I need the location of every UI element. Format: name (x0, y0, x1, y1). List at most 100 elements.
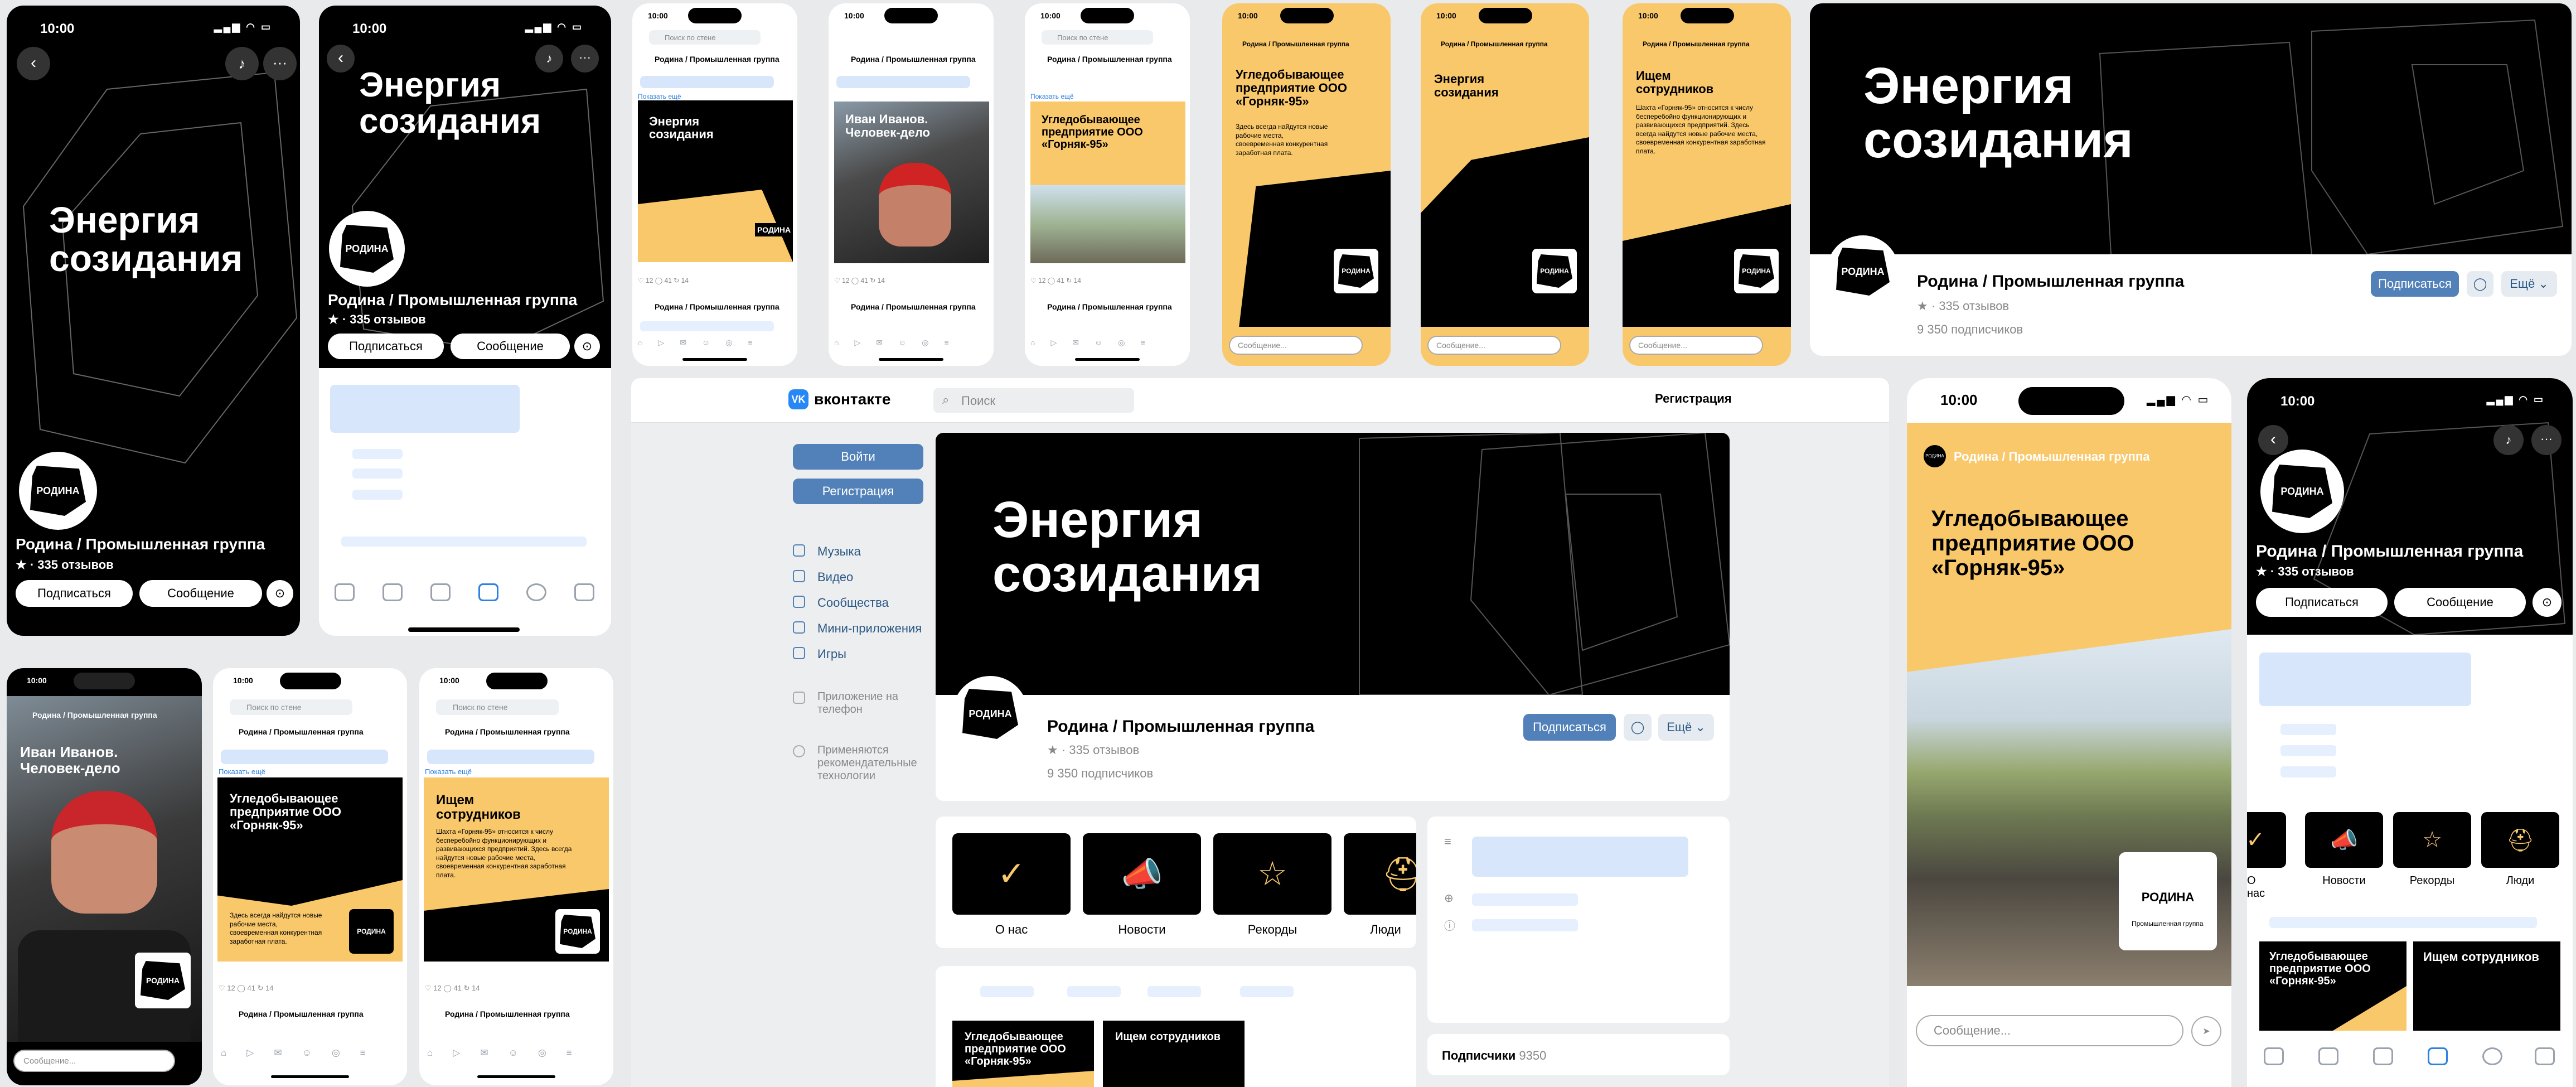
community-avatar[interactable]: РОДИНА (19, 452, 97, 530)
vk-desktop-page: VK вконтакте ⌕ Поиск Регистрация Войти Ре… (631, 378, 1889, 1087)
more-icon[interactable]: ··· (571, 45, 599, 73)
bell-icon[interactable]: ♪ (2493, 425, 2524, 455)
hero-slogan: Энергия созидания (49, 199, 243, 279)
communities-icon[interactable] (478, 583, 498, 601)
wall-search[interactable]: Поиск по стене (230, 699, 352, 715)
tile-about[interactable]: ✓ (952, 833, 1071, 915)
tile-people[interactable]: ⛑ (2481, 812, 2559, 868)
community-avatar[interactable]: РОДИНА (1827, 235, 1899, 308)
info-icon (793, 745, 805, 757)
reviews-count: ★ · 335 отзывов (16, 558, 114, 572)
menu-video[interactable]: Видео (817, 570, 853, 584)
tile-people[interactable]: ⛑ (1344, 833, 1416, 915)
message-button[interactable]: Сообщение (451, 334, 570, 359)
subscribe-button[interactable]: Подписаться (2256, 588, 2388, 617)
home-icon[interactable] (335, 583, 355, 601)
wall-post-hiring[interactable]: Ищем сотрудников (1103, 1021, 1245, 1087)
search-input[interactable]: ⌕ Поиск (933, 388, 1134, 413)
tab-bar (319, 563, 611, 625)
profile-icon[interactable] (526, 583, 546, 601)
video-icon[interactable] (2318, 1047, 2338, 1065)
wall-post-hiring[interactable]: Ищем сотрудников (2413, 941, 2560, 1031)
story-coal-large: 10:00 ▂▄▆ ◠ ▭ РОДИНА Родина / Промышленн… (1907, 378, 2231, 1087)
tile-records[interactable]: ☆ (2393, 812, 2471, 868)
back-button[interactable]: ‹ (17, 47, 50, 80)
story-message-input[interactable]: Сообщение... (1916, 1015, 2183, 1046)
menu-music[interactable]: Музыка (817, 544, 861, 559)
community-avatar[interactable]: РОДИНА (329, 211, 405, 287)
header-register-link[interactable]: Регистрация (1655, 392, 1732, 406)
post-image-ivan[interactable]: Иван Иванов. Человек-дело (834, 102, 989, 263)
subscribe-button[interactable]: Подписаться (1523, 714, 1616, 741)
story-message-input[interactable]: Сообщение... (13, 1050, 175, 1072)
community-avatar[interactable]: РОДИНА (2260, 450, 2344, 533)
show-more-link[interactable]: Показать ещё (638, 93, 681, 100)
action-button[interactable]: ⊙ (2533, 588, 2562, 617)
video-icon[interactable] (382, 583, 403, 601)
profile-icon[interactable] (2482, 1047, 2502, 1065)
menu-mini-apps[interactable]: Мини-приложения (817, 621, 922, 636)
status-bar: 10:00 ▂▄▆ ◠ ▭ (40, 21, 272, 36)
more-button[interactable]: Ещё ⌄ (1658, 714, 1714, 741)
tile-records[interactable]: ☆ (1213, 833, 1331, 915)
message-button[interactable]: Сообщение (139, 580, 262, 607)
menu-tiles-panel: ✓ О нас 📣 Новости ☆ Рекорды ⛑ Люди (936, 817, 1416, 948)
home-icon[interactable] (2264, 1047, 2284, 1065)
video-icon (793, 570, 805, 582)
story-message-input[interactable]: Сообщение... (1629, 336, 1763, 355)
community-avatar[interactable]: РОДИНА (952, 676, 1028, 752)
post-image-hiring[interactable]: Ищем сотрудников Шахта «Горняк-95» относ… (424, 777, 609, 962)
subscribe-button[interactable]: Подписаться (2371, 271, 2459, 297)
menu-games[interactable]: Игры (817, 647, 846, 661)
subscribe-button[interactable]: Подписаться (16, 580, 133, 607)
more-icon[interactable]: ··· (263, 47, 297, 80)
messages-icon[interactable] (2373, 1047, 2393, 1065)
subscribe-button[interactable]: Подписаться (328, 334, 444, 359)
menu-icon[interactable] (574, 583, 594, 601)
communities-icon (793, 596, 805, 608)
story-message-input[interactable]: Сообщение... (1427, 336, 1561, 355)
back-button[interactable]: ‹ (2258, 425, 2288, 455)
action-button[interactable]: ⊙ (267, 580, 293, 607)
vk-logo-icon[interactable]: VK (788, 389, 808, 409)
phone-feed-post-hiring: 10:00 Поиск по стене Родина / Промышленн… (419, 668, 613, 1085)
tile-about[interactable]: ✓ (2247, 812, 2286, 868)
register-button[interactable]: Регистрация (793, 479, 923, 504)
wall-search[interactable]: Поиск по стене (649, 30, 761, 45)
menu-communities[interactable]: Сообщества (817, 596, 889, 610)
menu-icon[interactable] (2535, 1047, 2555, 1065)
back-button[interactable]: ‹ (327, 45, 355, 73)
wall-post-coal[interactable]: Угледобывающее предприятие ООО «Горняк-9… (2259, 941, 2406, 1031)
wall-search[interactable]: Поиск по стене (436, 699, 559, 715)
story-message-input[interactable]: Сообщение... (1229, 336, 1363, 355)
community-name: Родина / Промышленная группа (16, 535, 265, 553)
reviews-count: ★ · 335 отзывов (328, 312, 426, 326)
post-image-coal[interactable]: Угледобывающее предприятие ООО «Горняк-9… (217, 777, 403, 962)
more-icon[interactable]: ··· (2531, 425, 2562, 455)
subscribers-count: 9 350 подписчиков (1047, 766, 1154, 780)
phone-feed-post-coal: 10:00 Поиск по стене Родина / Промышленн… (1025, 3, 1190, 366)
phone-feed-post-brand: 10:00 Поиск по стене Родина / Промышленн… (632, 3, 797, 366)
tile-news[interactable]: 📣 (2305, 812, 2383, 868)
post-image-brand[interactable]: Энергия созидания РОДИНА (638, 100, 793, 262)
message-button[interactable]: Сообщение (2394, 588, 2526, 617)
wall-post-coal[interactable]: Угледобывающее предприятие ООО «Горняк-9… (952, 1021, 1094, 1087)
tile-news[interactable]: 📣 (1083, 833, 1201, 915)
more-button[interactable]: Ещё ⌄ (2501, 271, 2557, 297)
post-image-coal[interactable]: Угледобывающее предприятие ООО «Горняк-9… (1030, 102, 1185, 263)
communities-icon[interactable] (2428, 1047, 2448, 1065)
bell-icon[interactable]: ♪ (225, 47, 259, 80)
app-link[interactable]: Приложение на телефон (817, 690, 901, 716)
placeholder-block (330, 385, 520, 433)
send-icon[interactable]: ➤ (2191, 1016, 2221, 1046)
tech-link[interactable]: Применяются рекомендательные технологии (817, 744, 929, 782)
message-icon[interactable]: ◯ (1624, 714, 1652, 741)
phone-feed-post-ivan: 10:00 Родина / Промышленная группа Иван … (829, 3, 994, 366)
community-header: Энергия созидания РОДИНА Родина / Промыш… (936, 433, 1730, 801)
login-button[interactable]: Войти (793, 444, 923, 470)
messages-icon[interactable] (430, 583, 451, 601)
story-ivan: 10:00 Родина / Промышленная группа Иван … (7, 668, 202, 1085)
message-icon[interactable]: ◯ (2467, 271, 2493, 297)
wall-search[interactable]: Поиск по стене (1042, 30, 1153, 45)
action-button[interactable]: ⊙ (574, 334, 600, 359)
